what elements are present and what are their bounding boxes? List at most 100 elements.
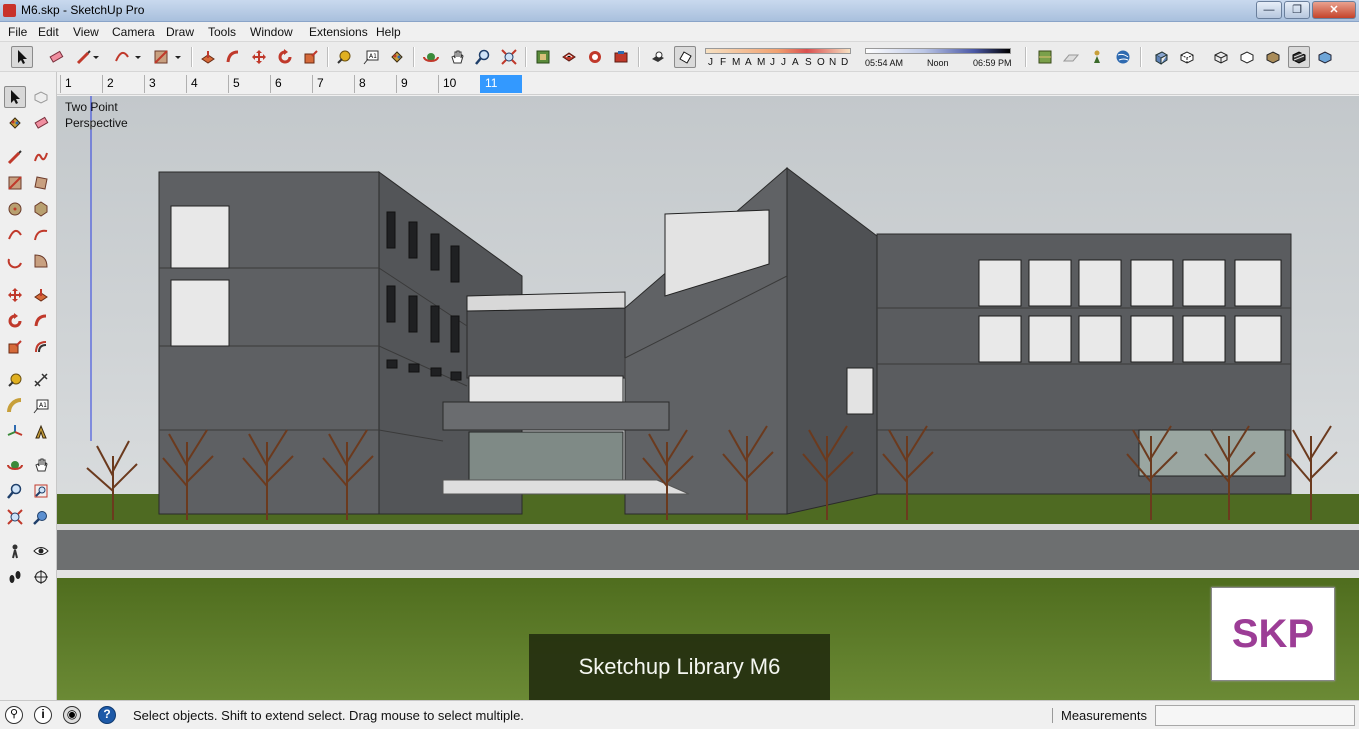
make-component-tool[interactable]	[30, 86, 52, 108]
scale-tool[interactable]	[4, 336, 26, 358]
protractor-tool[interactable]	[4, 395, 26, 417]
eraser-tool[interactable]	[30, 112, 52, 134]
menu-view[interactable]: View	[73, 25, 99, 39]
select-tool-button[interactable]	[11, 46, 33, 68]
arc-tool-button[interactable]	[111, 46, 133, 68]
two-point-arc-tool[interactable]	[30, 224, 52, 246]
preview-google-earth-button[interactable]	[1112, 46, 1134, 68]
orbit-tool[interactable]	[4, 454, 26, 476]
pan-tool[interactable]	[30, 454, 52, 476]
3d-warehouse-button[interactable]	[532, 46, 554, 68]
zoom-extents-button[interactable]	[498, 46, 520, 68]
scene-tab[interactable]: 10	[438, 75, 480, 93]
scene-tab[interactable]: 4	[186, 75, 228, 93]
menu-window[interactable]: Window	[250, 25, 293, 39]
scene-tab[interactable]: 7	[312, 75, 354, 93]
scene-tab-active[interactable]: 11	[480, 75, 522, 93]
offset-tool[interactable]	[30, 336, 52, 358]
follow-me-tool-button[interactable]	[222, 46, 244, 68]
follow-me-tool[interactable]	[30, 310, 52, 332]
rotated-rectangle-tool[interactable]	[30, 172, 52, 194]
section-plane-tool[interactable]	[30, 566, 52, 588]
zoom-extents-tool[interactable]	[4, 506, 26, 528]
rectangle-tool[interactable]	[4, 172, 26, 194]
pie-tool[interactable]	[30, 250, 52, 272]
menu-file[interactable]: File	[8, 25, 27, 39]
shaded-style-button[interactable]	[1262, 46, 1284, 68]
fog-toggle-button[interactable]	[674, 46, 696, 68]
scene-tab[interactable]: 9	[396, 75, 438, 93]
3d-text-tool[interactable]	[30, 421, 52, 443]
toggle-terrain-button[interactable]	[1060, 46, 1082, 68]
push-pull-tool[interactable]	[30, 284, 52, 306]
scene-tab[interactable]: 3	[144, 75, 186, 93]
month-slider-track[interactable]	[705, 48, 851, 54]
xray-style-button[interactable]	[1150, 46, 1172, 68]
shadow-time-slider[interactable]: 05:54 AM Noon 06:59 PM	[865, 46, 1015, 70]
move-tool[interactable]	[4, 284, 26, 306]
look-around-tool[interactable]	[30, 540, 52, 562]
circle-tool[interactable]	[4, 198, 26, 220]
shadow-month-slider[interactable]: J F M A M J J A S O N D	[705, 46, 853, 70]
orbit-tool-button[interactable]	[420, 46, 442, 68]
menu-help[interactable]: Help	[376, 25, 401, 39]
hidden-line-style-button[interactable]	[1236, 46, 1258, 68]
paint-bucket-tool[interactable]	[4, 112, 26, 134]
share-component-button[interactable]	[558, 46, 580, 68]
scale-tool-button[interactable]	[300, 46, 322, 68]
scene-tab[interactable]: 8	[354, 75, 396, 93]
shadows-toggle-button[interactable]	[647, 46, 669, 68]
info-icon[interactable]: i	[34, 706, 52, 724]
back-edges-style-button[interactable]	[1176, 46, 1198, 68]
geo-location-icon[interactable]: ⚲	[5, 706, 23, 724]
menu-edit[interactable]: Edit	[38, 25, 59, 39]
monochrome-style-button[interactable]	[1314, 46, 1336, 68]
text-tool[interactable]: A1	[30, 395, 52, 417]
polygon-tool[interactable]	[30, 198, 52, 220]
time-slider-track[interactable]	[865, 48, 1011, 54]
tape-measure-tool[interactable]	[4, 369, 26, 391]
shape-dropdown-button[interactable]	[172, 46, 184, 68]
line-tool[interactable]	[4, 146, 26, 168]
arc-dropdown-button[interactable]	[132, 46, 144, 68]
close-button[interactable]: ✕	[1312, 1, 1356, 19]
menu-extensions[interactable]: Extensions	[309, 25, 368, 39]
select-tool[interactable]	[4, 86, 26, 108]
add-location-button[interactable]	[1034, 46, 1056, 68]
freehand-tool[interactable]	[30, 146, 52, 168]
rotate-tool[interactable]	[4, 310, 26, 332]
rotate-tool-button[interactable]	[274, 46, 296, 68]
zoom-tool[interactable]	[4, 480, 26, 502]
line-dropdown-button[interactable]	[90, 46, 102, 68]
zoom-tool-button[interactable]	[472, 46, 494, 68]
move-tool-button[interactable]	[248, 46, 270, 68]
scene-tab[interactable]: 2	[102, 75, 144, 93]
user-icon[interactable]: ◉	[63, 706, 81, 724]
dimension-tool[interactable]	[30, 369, 52, 391]
maximize-button[interactable]: ❐	[1284, 1, 1310, 19]
help-icon[interactable]: ?	[98, 706, 116, 724]
arc-tool[interactable]	[4, 224, 26, 246]
three-point-arc-tool[interactable]	[4, 250, 26, 272]
minimize-button[interactable]: —	[1256, 1, 1282, 19]
shape-tool-button[interactable]	[150, 46, 172, 68]
menu-camera[interactable]: Camera	[112, 25, 155, 39]
measurements-input[interactable]	[1155, 705, 1355, 726]
share-model-button[interactable]	[584, 46, 606, 68]
scene-tab[interactable]: 1	[60, 75, 102, 93]
menu-draw[interactable]: Draw	[166, 25, 194, 39]
zoom-window-tool[interactable]	[30, 480, 52, 502]
pan-tool-button[interactable]	[446, 46, 468, 68]
menu-tools[interactable]: Tools	[208, 25, 236, 39]
wireframe-style-button[interactable]	[1210, 46, 1232, 68]
tape-measure-button[interactable]	[333, 46, 355, 68]
previous-view-tool[interactable]	[30, 506, 52, 528]
eraser-tool-button[interactable]	[45, 46, 67, 68]
axes-tool[interactable]	[4, 421, 26, 443]
paint-bucket-button[interactable]	[386, 46, 408, 68]
shaded-textures-style-button[interactable]	[1288, 46, 1310, 68]
position-camera-tool[interactable]	[4, 540, 26, 562]
scene-tab[interactable]: 5	[228, 75, 270, 93]
scene-tab[interactable]: 6	[270, 75, 312, 93]
drawing-viewport[interactable]: Two Point Perspective Sketchup Library M…	[57, 96, 1359, 700]
